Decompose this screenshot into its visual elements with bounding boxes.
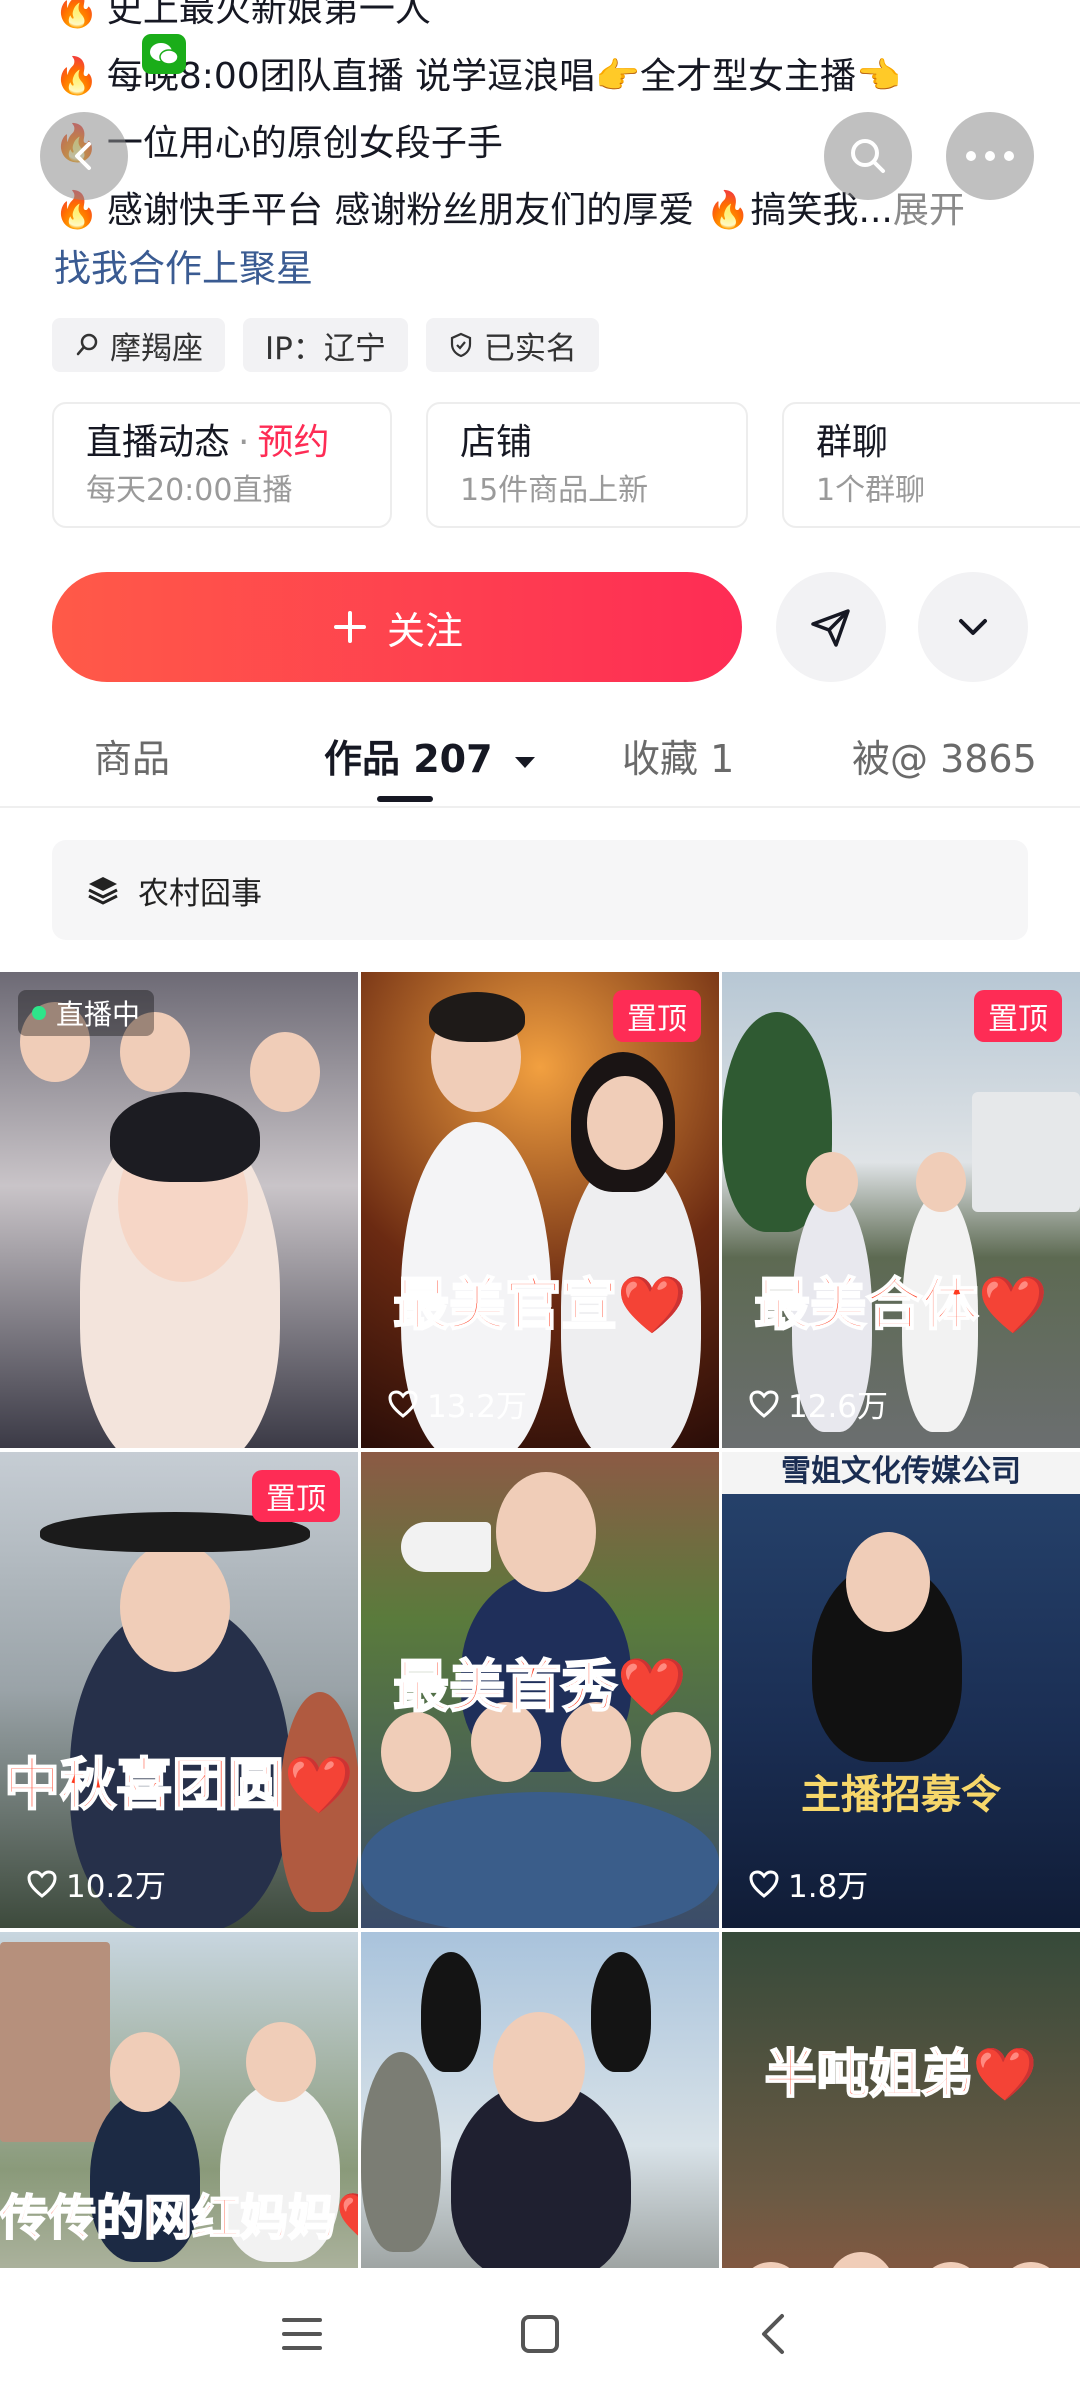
heart-outline-icon: [749, 1869, 779, 1898]
video-caption: 最美合体❤️: [753, 1272, 1049, 1339]
fire-icon: 🔥: [54, 56, 99, 97]
video-thumbnail-4[interactable]: 置顶 中秋喜团圆❤️ 10.2万: [0, 1452, 358, 1928]
video-caption: 最美首秀❤️: [392, 1654, 688, 1721]
megaphone-icon: [401, 1522, 491, 1572]
caret-down-icon: [514, 757, 535, 768]
bio-line-2: 🔥 每晚8:00团队直播 说学逗浪唱👉全才型女主播👈: [54, 56, 901, 97]
heart-outline-icon: [388, 1389, 418, 1418]
layers-icon: [88, 877, 118, 905]
home-button[interactable]: [510, 2304, 570, 2364]
video-thumbnail-3[interactable]: 置顶 最美合体❤️ 12.6万: [722, 972, 1080, 1448]
video-caption: 最美官宣❤️: [392, 1272, 688, 1339]
shop-card[interactable]: 店铺 15件商品上新: [426, 402, 748, 528]
tab-works[interactable]: 作品 207: [324, 728, 538, 783]
fire-icon: 🔥: [54, 0, 99, 30]
pinned-badge: 置顶: [613, 990, 701, 1042]
video-thumbnail-5[interactable]: 最美首秀❤️: [361, 1452, 719, 1928]
tag-verified[interactable]: 已实名: [425, 318, 599, 372]
pinned-badge: 置顶: [252, 1470, 340, 1522]
more-dots-icon: [966, 151, 1014, 161]
video-caption: 传传的网红妈妈❤️: [0, 2189, 358, 2247]
like-count: 1.8万: [748, 1861, 868, 1906]
live-badge: 直播中: [18, 990, 155, 1036]
group-chat-card[interactable]: 群聊 1个群聊: [782, 402, 1080, 528]
live-schedule-card[interactable]: 直播动态 · 预约 每天20:00直播: [52, 402, 392, 528]
chevron-down-icon: [959, 619, 987, 635]
constellation-icon: [76, 333, 98, 356]
like-count: 12.6万: [748, 1381, 888, 1426]
send-icon: [811, 609, 850, 647]
tab-mentions[interactable]: 被@ 3865: [852, 728, 1037, 783]
square-home-icon: [521, 2315, 559, 2353]
bio-line-1: 🔥 史上最火新娘第一人: [54, 0, 1034, 43]
profile-tags: 摩羯座 IP：辽宁 已实名: [52, 318, 599, 372]
nav-back-button[interactable]: [744, 2304, 804, 2364]
recents-button[interactable]: [272, 2304, 332, 2364]
search-icon: [851, 139, 885, 173]
tag-constellation[interactable]: 摩羯座: [52, 318, 225, 372]
tab-goods[interactable]: 商品: [94, 728, 170, 783]
like-count: 10.2万: [26, 1861, 166, 1906]
follow-button[interactable]: 关注: [52, 572, 742, 682]
video-caption: 中秋喜团圆❤️: [3, 1752, 355, 1819]
collection-row[interactable]: 农村囧事: [52, 840, 1028, 940]
live-dot-icon: [32, 1006, 46, 1020]
video-caption: 半吨姐弟❤️: [764, 2044, 1039, 2106]
company-header: 雪姐文化传媒公司: [722, 1452, 1080, 1494]
more-button[interactable]: [946, 112, 1034, 200]
pinned-badge: 置顶: [974, 990, 1062, 1042]
heart-outline-icon: [749, 1389, 779, 1418]
chevron-left-icon: [762, 2314, 784, 2354]
divider: [0, 806, 1080, 808]
reserve-link[interactable]: 预约: [257, 422, 329, 463]
profile-tabs: 商品 作品 207 收藏 1 被@ 3865: [0, 716, 1080, 806]
info-cards: 直播动态 · 预约 每天20:00直播 店铺 15件商品上新 群聊 1个群聊: [52, 402, 1080, 530]
active-tab-indicator: [377, 796, 433, 802]
profile-page: 🔥史上最火新娘第一人 🔥每晚8:00团队直播 说学逗浪唱👉全才型女主播👈 🔥一位…: [0, 0, 1080, 2400]
promo-title: 主播招募令: [801, 1772, 1001, 1818]
heart-outline-icon: [27, 1869, 57, 1898]
send-message-button[interactable]: [776, 572, 886, 682]
expand-bio-link[interactable]: 展开: [893, 190, 965, 231]
expand-recommend-button[interactable]: [918, 572, 1028, 682]
chevron-left-icon: [75, 142, 91, 170]
tag-ip-location[interactable]: IP：辽宁: [243, 318, 408, 372]
video-thumbnail-1[interactable]: 直播中: [0, 972, 358, 1448]
collab-link[interactable]: 找我合作上聚星: [54, 238, 313, 292]
video-thumbnail-6[interactable]: 雪姐文化传媒公司 主播招募令 1.8万: [722, 1452, 1080, 1928]
video-thumbnail-2[interactable]: 置顶 最美官宣❤️ 13.2万: [361, 972, 719, 1448]
search-button[interactable]: [824, 112, 912, 200]
verified-shield-icon: [450, 332, 471, 358]
like-count: 13.2万: [387, 1381, 527, 1426]
system-nav-bar: [0, 2268, 1080, 2400]
plus-icon: [333, 611, 366, 643]
menu-lines-icon: [282, 2318, 322, 2350]
tab-favorites[interactable]: 收藏 1: [622, 728, 734, 783]
wechat-icon: [142, 34, 186, 74]
back-button[interactable]: [40, 112, 128, 200]
